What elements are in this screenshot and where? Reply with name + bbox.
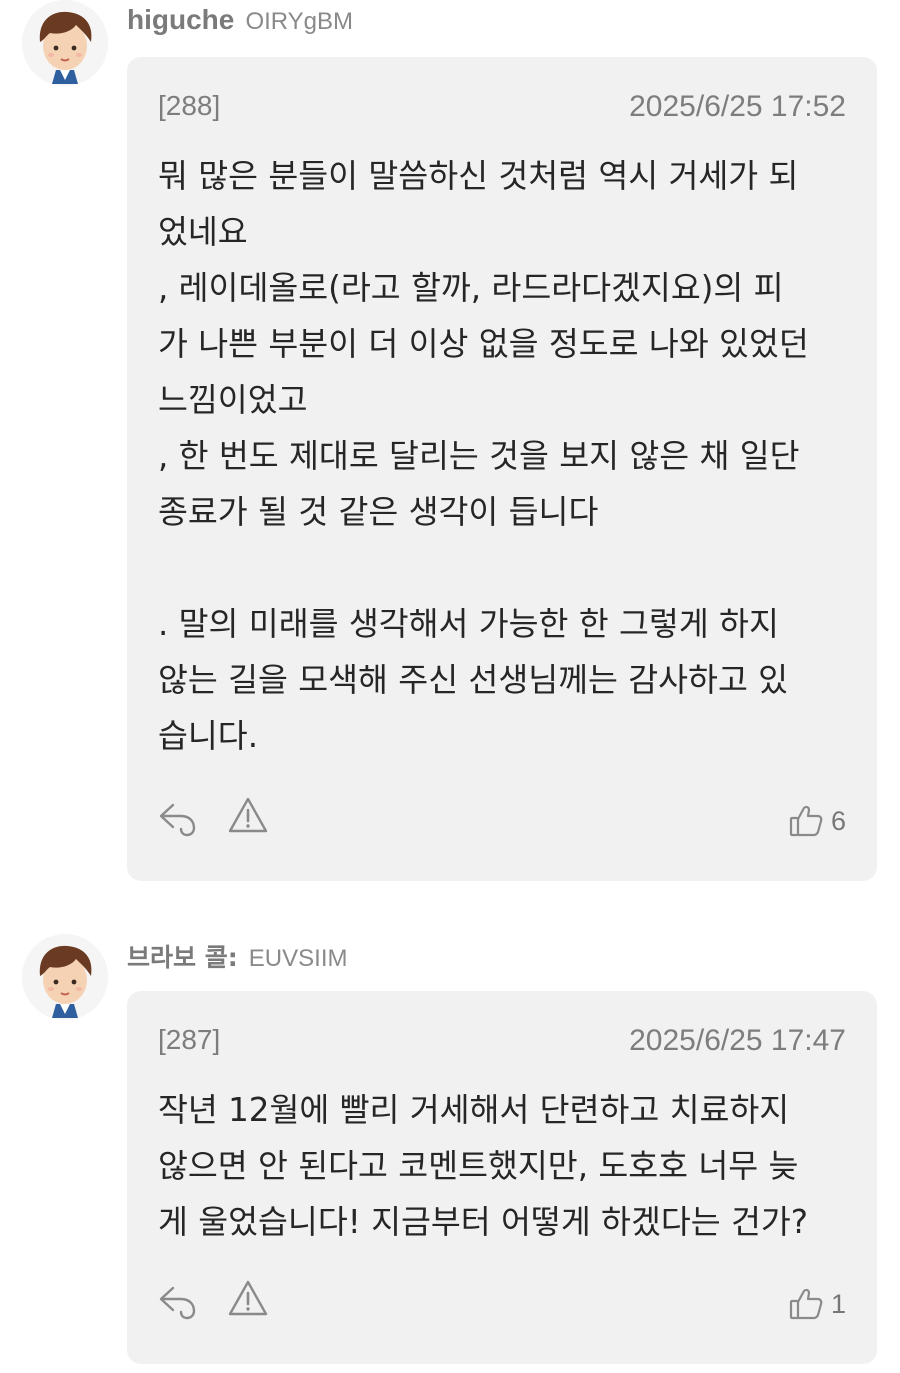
comment-meta: [287] 2025/6/25 17:47: [158, 1024, 846, 1058]
comment-number: [288]: [158, 90, 221, 121]
comment-actions: 6: [157, 795, 846, 841]
like-count: 1: [830, 1288, 846, 1319]
avatar-icon[interactable]: [22, 934, 108, 1020]
username[interactable]: higuche: [127, 4, 234, 35]
comment-body: 뭐 많은 분들이 말씀하신 것처럼 역시 거세가 되 었네요 , 레이데올로(라…: [158, 148, 849, 764]
comment-number: [287]: [158, 1024, 221, 1055]
reply-icon: [159, 803, 196, 837]
comment-card: [288] 2025/6/25 17:52 뭐 많은 분들이 말씀하신 것처럼 …: [127, 57, 877, 881]
comment-line: 습니다.: [158, 717, 259, 755]
comment-line: . 말의 미래를 생각해서 가능한 한 그렇게 하지: [158, 605, 779, 643]
comment-card: [287] 2025/6/25 17:47 작년 12월에 빨리 거세해서 단련…: [127, 991, 877, 1364]
comment-meta: [288] 2025/6/25 17:52: [158, 90, 846, 124]
comment-feed: higuche OIRYgBM [288] 2025/6/25 17:52 뭐 …: [0, 0, 900, 1373]
user-id: EUVSIIM: [248, 945, 348, 972]
report-button[interactable]: [227, 1278, 269, 1318]
warning-icon: [228, 797, 268, 833]
comment-line: , 한 번도 제대로 달리는 것을 보지 않은 채 일단: [158, 437, 800, 475]
comment-line: 작년 12월에 빨리 거세해서 단련하고 치료하지: [158, 1091, 790, 1129]
avatar-icon[interactable]: [22, 0, 108, 86]
comment-line: 않는 길을 모색해 주신 선생님께는 감사하고 있: [158, 661, 789, 699]
username[interactable]: 브라보 콜:: [127, 943, 238, 972]
comment-line: , 레이데올로(라고 할까, 라드라다겠지요)의 피: [158, 269, 784, 307]
comment-line: 뭐 많은 분들이 말씀하신 것처럼 역시 거세가 되: [158, 157, 799, 195]
comment-body: 작년 12월에 빨리 거세해서 단련하고 치료하지 않으면 안 된다고 코멘트했…: [158, 1082, 849, 1250]
comment-line: 종료가 될 것 같은 생각이 듭니다: [158, 493, 599, 531]
comment-line: 않으면 안 된다고 코멘트했지만, 도호호 너무 늦: [158, 1147, 799, 1185]
comment-actions: 1: [157, 1278, 846, 1324]
comment-line: 었네요: [158, 213, 248, 251]
comment-timestamp: 2025/6/25 17:47: [629, 1024, 846, 1057]
thumbs-up-icon: [789, 805, 823, 837]
user-line: 브라보 콜: EUVSIIM: [127, 938, 347, 974]
comment-line: 게 울었습니다! 지금부터 어떻게 하겠다는 건가?: [158, 1203, 809, 1241]
like-count: 6: [830, 805, 846, 836]
reply-button[interactable]: [157, 1280, 199, 1322]
reply-icon: [159, 1286, 196, 1320]
warning-icon: [228, 1280, 268, 1316]
like-button[interactable]: 6: [789, 801, 846, 841]
like-button[interactable]: 1: [789, 1284, 846, 1324]
user-id: OIRYgBM: [245, 8, 354, 35]
comment-timestamp: 2025/6/25 17:52: [629, 90, 846, 123]
user-line: higuche OIRYgBM: [127, 4, 353, 40]
report-button[interactable]: [227, 795, 269, 835]
comment-line: 느낌이었고: [158, 381, 308, 419]
thumbs-up-icon: [789, 1288, 823, 1320]
comment-line: 가 나쁜 부분이 더 이상 없을 정도로 나와 있었던: [158, 325, 809, 363]
reply-button[interactable]: [157, 797, 199, 839]
